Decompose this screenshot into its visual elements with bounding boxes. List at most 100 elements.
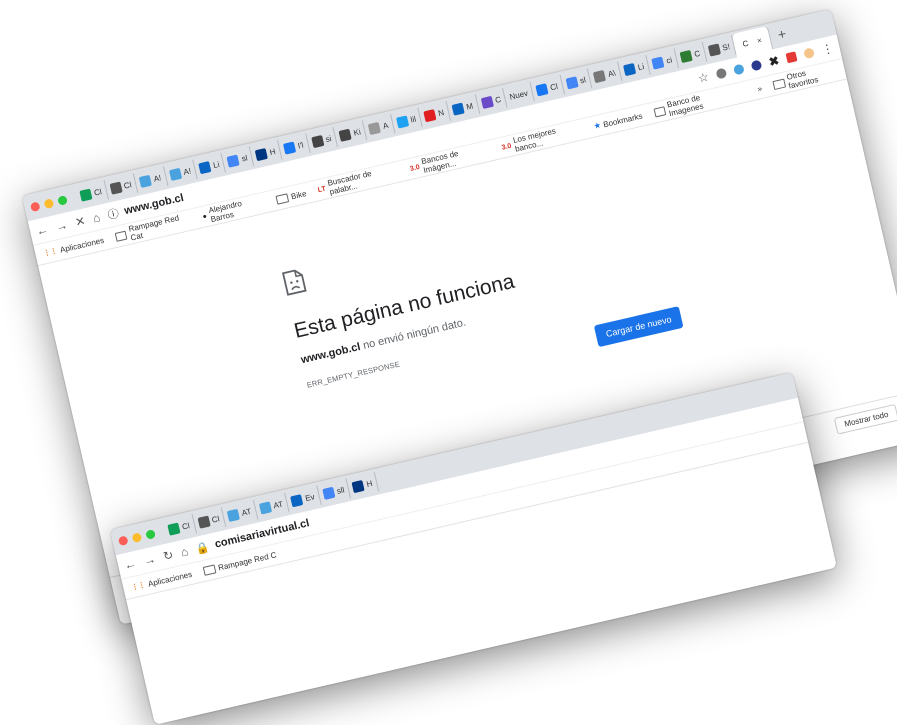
facebook-icon — [535, 82, 549, 96]
extension-dark-blue-icon[interactable] — [750, 59, 763, 72]
new-tab-button[interactable]: + — [768, 23, 795, 44]
tab-item[interactable]: sl — [560, 68, 593, 95]
tab-label: sll — [335, 484, 346, 496]
tab-item[interactable]: lil — [390, 107, 423, 134]
home-icon[interactable]: ⌂ — [91, 210, 101, 225]
tab-item[interactable]: C — [475, 87, 508, 114]
tab-item[interactable]: Cl — [530, 74, 565, 102]
bookmark-item[interactable]: Bike — [275, 189, 307, 205]
minimize-window-button[interactable] — [43, 197, 55, 209]
tab-label: H — [268, 146, 277, 157]
star-icon: ★ — [593, 122, 602, 131]
forward-icon[interactable]: → — [54, 218, 69, 234]
youtube-icon — [423, 108, 437, 122]
lt-icon: LT — [317, 185, 327, 194]
bookmark-label: Bike — [290, 188, 308, 201]
wikipedia-icon — [593, 69, 607, 83]
three-zero-icon: 3.0 — [409, 163, 421, 173]
blue-circle-icon — [226, 508, 240, 522]
tab-item[interactable]: Nuev — [503, 81, 535, 108]
close-window-button[interactable] — [29, 200, 41, 212]
tab-item[interactable]: H — [249, 139, 283, 166]
tab-item[interactable]: S! — [702, 35, 737, 62]
tab-label: I'l — [296, 140, 305, 151]
tab-label: sl — [240, 152, 249, 164]
google-icon — [226, 153, 241, 168]
extension-red-icon[interactable] — [785, 51, 798, 64]
tab-item[interactable]: M — [446, 94, 480, 121]
tab-item[interactable]: A! — [163, 159, 198, 186]
window-controls-secondary — [117, 528, 156, 546]
menu-icon[interactable]: ⋮ — [820, 41, 835, 57]
tab-label: A! — [182, 165, 192, 177]
close-tab-icon[interactable]: × — [756, 35, 763, 45]
google-icon — [321, 486, 336, 500]
booking-icon — [254, 147, 269, 161]
tab-label: N — [437, 107, 445, 118]
tab-label: Cl — [549, 81, 559, 92]
tab-item[interactable]: si — [305, 127, 339, 154]
minimize-window-button[interactable] — [131, 531, 143, 543]
tab-item[interactable]: A — [363, 113, 396, 140]
tab-item[interactable]: I'l — [278, 133, 311, 160]
tab-item[interactable]: Cl — [74, 180, 109, 207]
profile-avatar[interactable] — [803, 47, 816, 60]
tab-label: A! — [152, 172, 163, 184]
stop-icon[interactable]: ✕ — [74, 214, 87, 230]
tab-label: H — [365, 478, 374, 489]
sad-page-icon — [281, 269, 307, 296]
tab-item[interactable]: Cl — [104, 173, 139, 200]
web-icon — [310, 134, 324, 148]
more-bookmarks-icon[interactable]: » — [756, 83, 762, 93]
tab-item[interactable]: A\ — [588, 61, 623, 88]
apps-grid-icon: ⋮⋮ — [130, 581, 147, 592]
tab-item[interactable]: Li — [618, 54, 651, 81]
tab-item[interactable]: sll — [316, 478, 352, 505]
show-all-downloads-button[interactable]: Mostrar todo — [833, 403, 897, 435]
green-icon — [679, 49, 693, 63]
tab-label: S! — [721, 41, 731, 53]
tab-label: Li — [636, 61, 645, 72]
tab-item[interactable]: Cl — [162, 514, 197, 541]
tab-item[interactable]: A! — [133, 166, 169, 193]
apps-grid-icon: ⋮⋮ — [42, 247, 59, 258]
zoom-window-button[interactable] — [57, 194, 68, 206]
zoom-window-button[interactable] — [145, 528, 156, 540]
tab-item[interactable]: Li — [193, 152, 227, 179]
tab-item[interactable]: H — [346, 471, 380, 498]
extension-blue-icon[interactable] — [732, 63, 745, 76]
linkedin-icon — [622, 62, 637, 76]
tab-item[interactable]: N — [418, 101, 451, 128]
tab-label: A\ — [607, 67, 617, 79]
extension-gray-icon[interactable] — [715, 67, 728, 80]
tab-item[interactable]: sl — [221, 146, 255, 173]
back-icon[interactable]: ← — [35, 222, 50, 238]
reload-icon[interactable]: ↻ — [162, 548, 175, 564]
sheets-icon — [79, 188, 93, 202]
bookmark-star-icon[interactable]: ☆ — [697, 70, 711, 86]
folder-icon — [652, 105, 667, 118]
web-icon — [338, 128, 352, 142]
extension-x-icon[interactable]: ✖ — [767, 53, 780, 69]
back-icon[interactable]: ← — [123, 556, 138, 572]
forward-icon[interactable]: → — [142, 552, 157, 568]
tab-item[interactable]: Cl — [192, 507, 227, 534]
folder-icon — [202, 563, 217, 576]
tab-item[interactable]: Ki — [333, 120, 368, 147]
tab-item[interactable]: ci — [646, 48, 680, 75]
reload-button[interactable]: Cargar de nuevo — [593, 306, 684, 348]
avatar-icon: ● — [201, 212, 208, 221]
info-icon[interactable]: ⓘ — [106, 205, 120, 223]
tab-item[interactable]: C — [674, 41, 708, 68]
blue-circle-icon — [138, 174, 152, 188]
blue-circle-icon — [168, 167, 182, 181]
tab-label: AT — [272, 499, 284, 510]
tab-label: AT — [240, 506, 253, 518]
tab-label: Cl — [122, 179, 133, 191]
bookmark-label: Bookmarks — [602, 111, 644, 129]
close-window-button[interactable] — [117, 534, 129, 546]
home-icon[interactable]: ⌂ — [179, 544, 189, 559]
linkedin-icon — [198, 160, 212, 174]
tab-active-label: C — [741, 38, 750, 49]
lock-icon: 🔒 — [194, 540, 211, 556]
